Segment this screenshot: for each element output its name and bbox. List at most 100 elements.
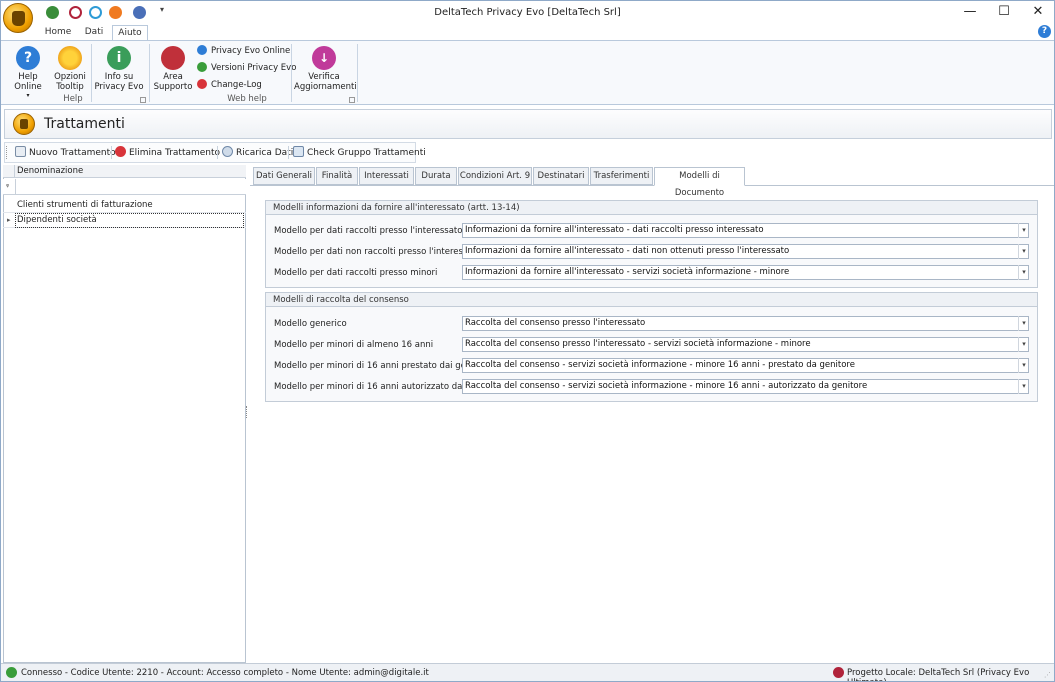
field-label: Modello per minori di almeno 16 anni	[274, 340, 434, 350]
new-document-icon	[15, 146, 26, 157]
field-label: Modello per minori di 16 anni prestato d…	[274, 361, 488, 371]
privacy-evo-online-label: Privacy Evo Online	[211, 46, 291, 56]
checkbox-icon	[293, 146, 304, 157]
nuovo-trattamento-label: Nuovo Trattamento	[29, 148, 116, 158]
modello-generico-combo[interactable]: Raccolta del consenso presso l'interessa…	[462, 316, 1029, 331]
change-log-button[interactable]: Change-Log	[197, 78, 262, 92]
row-indicator-icon: ▸	[7, 216, 11, 224]
modello-minori-16-combo[interactable]: Raccolta del consenso presso l'interessa…	[462, 337, 1029, 352]
project-lock-icon	[833, 667, 844, 678]
ribbon-tab-dati[interactable]: Dati	[79, 25, 109, 40]
modello-dati-raccolti-combo[interactable]: Informazioni da fornire all'interessato …	[462, 223, 1029, 238]
trattamenti-icon	[13, 113, 35, 135]
versioni-privacy-evo-label: Versioni Privacy Evo	[211, 63, 297, 73]
elimina-trattamento-label: Elimina Trattamento	[129, 148, 221, 158]
nuovo-trattamento-button[interactable]: Nuovo Trattamento	[15, 146, 116, 159]
versioni-privacy-evo-button[interactable]: Versioni Privacy Evo	[197, 61, 296, 75]
help-online-label: Help Online	[14, 72, 42, 92]
toolbar-separator	[217, 146, 218, 159]
tab-condizioni-art-9[interactable]: Condizioni Art. 9	[458, 167, 532, 185]
toolbar-separator	[111, 146, 112, 159]
column-header-denominazione[interactable]: Denominazione	[17, 166, 83, 176]
tooltip-bulb-icon	[58, 46, 82, 70]
group-divider	[291, 44, 292, 102]
tab-durata[interactable]: Durata	[415, 167, 457, 185]
group-divider	[149, 44, 150, 102]
elimina-trattamento-button[interactable]: Elimina Trattamento	[115, 146, 220, 159]
area-supporto-button[interactable]: Area Supporto	[153, 42, 193, 92]
area-supporto-label-2: Supporto	[153, 82, 193, 92]
delete-icon	[115, 146, 126, 157]
close-button[interactable]: ✕	[1021, 1, 1054, 25]
group-web-help-launcher-icon[interactable]	[349, 97, 355, 103]
toolbar-grip	[6, 146, 8, 159]
support-icon	[161, 46, 185, 70]
info-label-2: Privacy Evo	[94, 82, 144, 92]
download-update-icon: ↓	[312, 46, 336, 70]
tab-dati-generali[interactable]: Dati Generali	[253, 167, 315, 185]
field-label: Modello generico	[274, 319, 347, 329]
group-label-help: Help	[63, 94, 83, 104]
ricarica-dati-label: Ricarica Dati	[236, 148, 294, 158]
info-icon: i	[107, 46, 131, 70]
chevron-down-icon[interactable]: ▾	[1018, 223, 1029, 238]
tab-trasferimenti[interactable]: Trasferimenti	[590, 167, 653, 185]
modello-autorizzato-genitori-combo[interactable]: Raccolta del consenso - servizi società …	[462, 379, 1029, 394]
connected-check-icon	[6, 667, 17, 678]
group-divider	[357, 44, 358, 102]
application-window: ▾ DeltaTech Privacy Evo [DeltaTech Srl] …	[0, 0, 1055, 682]
chevron-down-icon[interactable]: ▾	[1018, 358, 1029, 373]
maximize-button[interactable]: ☐	[987, 1, 1021, 25]
chevron-down-icon[interactable]: ▾	[1018, 379, 1029, 394]
help-online-button[interactable]: ? Help Online ▾	[5, 42, 51, 99]
chevron-down-icon[interactable]: ▾	[1018, 337, 1029, 352]
wifi-icon	[197, 62, 207, 72]
app-menu-orb-icon[interactable]	[3, 3, 33, 33]
check-gruppo-trattamenti-button[interactable]: Check Gruppo Trattamenti	[293, 146, 426, 159]
group-box-consenso-title: Modelli di raccolta del consenso	[265, 292, 1038, 307]
filter-icon: ᵠ	[6, 182, 10, 191]
verifica-label-2: Aggiornamenti	[294, 82, 357, 92]
ricarica-dati-button[interactable]: Ricarica Dati	[222, 146, 293, 159]
tab-finalita[interactable]: Finalità	[316, 167, 358, 185]
field-label: Modello per dati non raccolti presso l'i…	[274, 247, 482, 257]
chevron-down-icon[interactable]: ▾	[1018, 265, 1029, 280]
change-log-label: Change-Log	[211, 80, 262, 90]
tab-destinatari[interactable]: Destinatari	[533, 167, 589, 185]
tab-interessati[interactable]: Interessati	[359, 167, 414, 185]
check-gruppo-label: Check Gruppo Trattamenti	[307, 148, 426, 158]
help-icon[interactable]: ?	[1038, 25, 1051, 38]
ribbon-tab-aiuto[interactable]: Aiuto	[112, 25, 148, 41]
info-privacy-evo-button[interactable]: i Info su Privacy Evo	[94, 42, 144, 92]
status-project-text: Progetto Locale: DeltaTech Srl (Privacy …	[847, 668, 1030, 681]
privacy-evo-online-button[interactable]: Privacy Evo Online	[197, 44, 290, 58]
splitter-handle[interactable]	[246, 406, 249, 418]
opzioni-tooltip-label-2: Tooltip	[56, 82, 84, 92]
chevron-down-icon[interactable]: ▾	[1018, 244, 1029, 259]
refresh-icon	[222, 146, 233, 157]
group-label-web-help: Web help	[227, 94, 267, 104]
opzioni-tooltip-label-1: Opzioni	[54, 72, 86, 82]
resize-grip-icon[interactable]: ⋰	[1044, 671, 1051, 679]
verifica-aggiornamenti-button[interactable]: ↓ Verifica Aggiornamenti	[294, 42, 357, 92]
modello-prestato-genitori-combo[interactable]: Raccolta del consenso - servizi società …	[462, 358, 1029, 373]
grid-cell-denominazione: Dipendenti società	[17, 215, 97, 225]
group-box-informazioni-title: Modelli informazioni da fornire all'inte…	[265, 200, 1038, 215]
modello-dati-non-raccolti-combo[interactable]: Informazioni da fornire all'interessato …	[462, 244, 1029, 259]
page-header	[4, 109, 1052, 139]
minimize-button[interactable]: —	[953, 1, 987, 25]
field-label: Modello per dati raccolti presso minori	[274, 268, 438, 278]
modello-dati-minori-combo[interactable]: Informazioni da fornire all'interessato …	[462, 265, 1029, 280]
group-help-launcher-icon[interactable]	[140, 97, 146, 103]
opzioni-tooltip-button[interactable]: Opzioni Tooltip	[51, 42, 89, 92]
grid-cell-denominazione: Clienti strumenti di fatturazione	[17, 200, 153, 210]
status-connection-text: Connesso - Codice Utente: 2210 - Account…	[21, 668, 429, 678]
trattamenti-grid	[3, 165, 246, 663]
wifi-icon	[197, 45, 207, 55]
chevron-down-icon[interactable]: ▾	[1018, 316, 1029, 331]
question-icon: ?	[16, 46, 40, 70]
wifi-icon	[197, 79, 207, 89]
filter-input[interactable]	[15, 179, 245, 195]
ribbon-tab-home[interactable]: Home	[41, 25, 75, 40]
tab-modelli-di-documento[interactable]: Modelli di Documento	[654, 167, 745, 198]
